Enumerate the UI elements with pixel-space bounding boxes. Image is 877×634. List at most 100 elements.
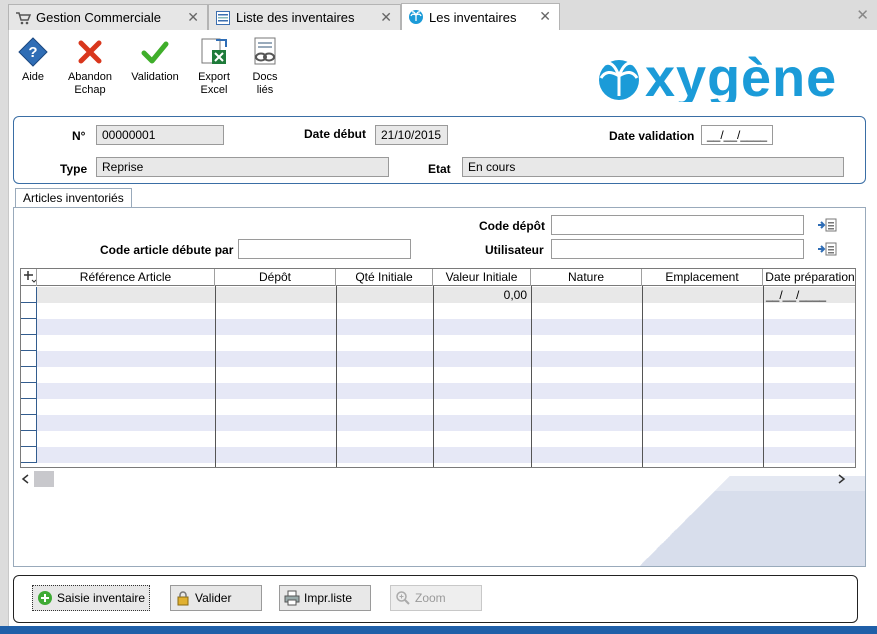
scroll-thumb [34,471,54,487]
linked-docs-icon [254,37,276,65]
valider-label: Valider [195,591,232,605]
table-row[interactable] [21,383,855,399]
table-row[interactable] [21,415,855,431]
etat-field[interactable]: En cours [462,157,844,177]
col-emplacement[interactable]: Emplacement [642,269,763,286]
close-icon[interactable]: ✕ [539,8,551,25]
toolbar: ? Aide Abandon Echap Validation Export E… [9,30,877,110]
table-row[interactable] [21,319,855,335]
window-close-icon[interactable]: ✕ [856,6,869,24]
row-selector[interactable] [21,399,37,415]
export-label-1: Export [198,71,230,83]
tab-articles-inventories[interactable]: Articles inventoriés [15,188,132,208]
picker-list-icon[interactable] [817,217,837,233]
tab-les-inventaires[interactable]: Les inventaires ✕ [401,3,560,30]
table-row[interactable] [21,431,855,447]
cart-icon [15,10,31,26]
export-excel-button[interactable]: Export Excel [195,36,233,97]
row-selector[interactable] [21,431,37,447]
col-valeur-initiale[interactable]: Valeur Initiale [433,269,531,286]
column-divider [433,286,434,467]
col-nature[interactable]: Nature [531,269,642,286]
utilisateur-input[interactable] [551,239,804,259]
articles-grid: Référence Article Dépôt Qté Initiale Val… [20,268,856,468]
column-divider [531,286,532,467]
table-row[interactable] [21,367,855,383]
table-row[interactable] [21,399,855,415]
zoom-label: Zoom [415,591,446,605]
saisie-label: Saisie inventaire [57,591,146,605]
date-validation-field[interactable]: __/__/____ [701,125,773,145]
scroll-right-icon [838,474,846,484]
picker-list-icon[interactable] [817,241,837,257]
docs-label-1: Docs [252,71,278,83]
code-depot-label: Code dépôt [479,219,545,233]
cell-date-preparation: __/__/____ [766,288,827,302]
row-selector[interactable] [21,319,37,335]
help-icon: ? [18,37,48,67]
code-article-input[interactable] [238,239,411,259]
help-button[interactable]: ? Aide [15,36,51,84]
impr-liste-button[interactable]: Impr.liste [279,585,371,611]
type-field[interactable]: Reprise [96,157,389,177]
docs-lies-button[interactable]: Docs liés [247,36,283,97]
impr-label: Impr.liste [304,591,353,605]
palm-logo-icon [408,9,424,25]
col-qte-initiale[interactable]: Qté Initiale [336,269,433,286]
col-date-preparation[interactable]: Date préparation [763,269,855,286]
num-field[interactable]: 00000001 [96,125,224,145]
row-selector[interactable] [21,415,37,431]
table-row[interactable] [21,303,855,319]
column-divider [336,286,337,467]
close-icon[interactable]: ✕ [187,9,199,26]
row-selector[interactable] [21,383,37,399]
saisie-inventaire-button[interactable]: Saisie inventaire [32,585,150,611]
row-selector[interactable] [21,351,37,367]
code-article-label: Code article débute par [100,243,234,257]
date-debut-field[interactable]: 21/10/2015 [375,125,448,145]
decorative-shape [565,491,865,566]
abandon-label-1: Abandon [67,71,113,83]
column-divider [215,286,216,467]
grid-header: Référence Article Dépôt Qté Initiale Val… [21,269,855,286]
docs-label-2: liés [256,84,274,96]
list-icon [215,10,231,26]
column-divider [763,286,764,467]
row-selector[interactable] [21,367,37,383]
row-selector[interactable] [21,447,37,463]
articles-panel: Code dépôt Code article débute par Utili… [13,207,866,567]
row-selector[interactable] [21,303,37,319]
tab-liste-inventaires[interactable]: Liste des inventaires ✕ [208,4,401,30]
help-label: Aide [21,71,45,83]
oxygene-logo: xygène [599,48,836,102]
excel-export-icon [201,38,227,64]
abandon-label-2: Echap [74,84,106,96]
etat-label: Etat [428,162,451,176]
add-column-button[interactable] [21,269,37,286]
zoom-button[interactable]: Zoom [390,585,482,611]
abandon-button[interactable]: Abandon Echap [65,36,115,97]
col-depot[interactable]: Dépôt [215,269,336,286]
utilisateur-label: Utilisateur [485,243,544,257]
add-circle-icon [37,590,53,606]
table-row[interactable] [21,351,855,367]
col-reference-article[interactable]: Référence Article [37,269,215,286]
table-row[interactable] [21,447,855,463]
row-selector[interactable] [21,335,37,351]
row-selector[interactable] [21,287,37,303]
validation-label: Validation [131,71,179,83]
table-row[interactable]: 0,00 __/__/____ [21,287,855,303]
close-icon[interactable]: ✕ [380,9,392,26]
horizontal-scrollbar[interactable] [20,470,856,488]
valider-button[interactable]: Valider [170,585,262,611]
tab-label: Les inventaires [429,9,517,25]
zoom-icon [395,590,411,606]
column-divider [642,286,643,467]
type-label: Type [60,162,88,176]
tab-gestion-commerciale[interactable]: Gestion Commerciale ✕ [8,4,208,30]
lock-icon [175,590,191,606]
validation-button[interactable]: Validation [127,36,183,84]
num-label: N° [72,129,86,143]
table-row[interactable] [21,335,855,351]
code-depot-input[interactable] [551,215,804,235]
